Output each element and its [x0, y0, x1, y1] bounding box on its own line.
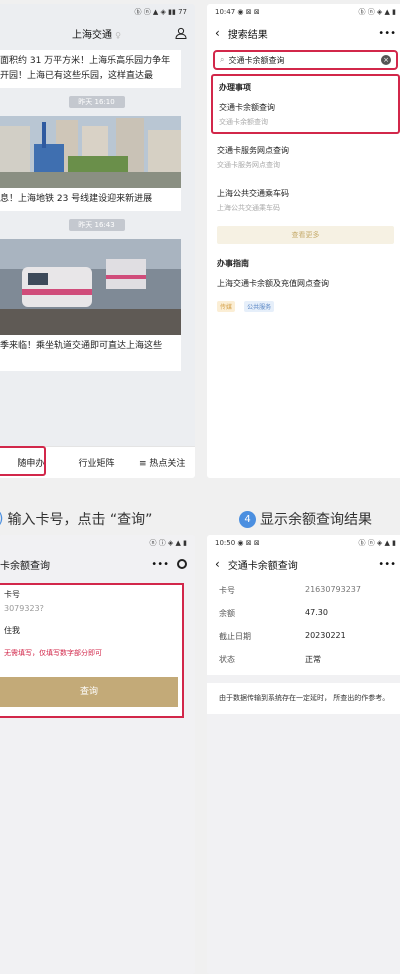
result-sub: 交通卡余额查询: [219, 118, 268, 126]
more-icon[interactable]: •••: [378, 559, 396, 570]
news-image-metro-train[interactable]: [0, 239, 181, 335]
step-number: 4: [239, 510, 256, 528]
highlight-box: 卡号 3079323? 住我 无需填写，仅填写数字部分即可 查询: [0, 583, 184, 718]
result-title: 交通卡服务网点查询: [217, 146, 289, 155]
more-icon[interactable]: •••: [378, 28, 396, 39]
back-icon[interactable]: ‹: [215, 26, 220, 40]
search-value: 交通卡余额查询: [228, 55, 285, 65]
result-table: 卡号 21630793237 余额 47.30 截止日期 20230221 状态 正常: [207, 577, 400, 675]
query-button[interactable]: 查询: [0, 677, 178, 707]
result-row: 状态 正常: [207, 648, 400, 671]
title-bar: ‹ 搜索结果 •••: [207, 20, 400, 46]
result-row: 卡号 21630793237: [207, 579, 400, 602]
result-row: 截止日期 20230221: [207, 625, 400, 648]
result-sub: 交通卡服务网点查询: [217, 161, 280, 169]
panel-3-query-form: ⓝ ⓘ ◈ ▲ ▮ 卡余额查询 ••• 卡号 3079323? 住我 无需填写，…: [0, 535, 195, 974]
status-time: 10:50 ◉ ⊠ ⊠: [215, 539, 260, 547]
notice-text: 由于数据传输到系统存在一定延时， 所查出的作参考。: [207, 683, 400, 714]
status-icons: ⓑ ⓝ ◈ ▲ ▮: [358, 8, 396, 16]
target-icon[interactable]: [177, 559, 187, 569]
news-title: 息！上海地铁 23 号线建设迎来新进展: [0, 194, 153, 204]
more-icon[interactable]: •••: [151, 559, 169, 570]
status-bar: ⓝ ⓘ ◈ ▲ ▮: [0, 535, 195, 551]
row-value: 21630793237: [305, 585, 361, 594]
row-key: 状态: [219, 655, 235, 664]
news-image-metro-construction[interactable]: [0, 116, 181, 188]
nav-item-industry[interactable]: 行业矩阵: [64, 456, 130, 469]
result-item[interactable]: 交通卡服务网点查询 交通卡服务网点查询: [207, 140, 400, 175]
row-key: 截止日期: [219, 632, 251, 641]
status-bar: 10:50 ◉ ⊠ ⊠ ⓑ ⓝ ◈ ▲ ▮: [207, 535, 400, 551]
guide-title: 上海交通卡余额及充值网点查询: [217, 279, 329, 288]
result-sub: 上海公共交通乘车码: [217, 204, 280, 212]
panel-4-balance-result: 10:50 ◉ ⊠ ⊠ ⓑ ⓝ ◈ ▲ ▮ ‹ 交通卡余额查询 ••• 卡号 21…: [207, 535, 400, 974]
status-bar: ⓑ ⓝ ▲ ◈ ▮▮ 77: [0, 4, 195, 20]
result-row: 余额 47.30: [207, 602, 400, 625]
page-title: 卡余额查询: [0, 560, 50, 572]
search-input[interactable]: ⌕ 交通卡余额查询 ×: [213, 50, 398, 70]
remember-checkbox-label[interactable]: 住我: [0, 623, 182, 646]
page-title: 上海交通 ♀: [71, 29, 122, 41]
guide-item[interactable]: 上海交通卡余额及充值网点查询 传媒 公共服务: [207, 273, 400, 318]
card-label: 卡号: [4, 590, 20, 599]
clear-icon[interactable]: ×: [381, 55, 391, 65]
card-number-input[interactable]: 3079323?: [0, 602, 182, 623]
view-more-button[interactable]: 查看更多: [217, 226, 394, 244]
search-icon: ⌕: [220, 55, 225, 64]
status-time: 10:47 ◉ ⊠ ⊠: [215, 8, 260, 16]
hint-text: 无需填写，仅填写数字部分即可: [4, 649, 102, 657]
panel-1-wechat-account: ⓑ ⓝ ▲ ◈ ▮▮ 77 上海交通 ♀ 面积约 31 万平方米！上海乐高乐园力…: [0, 4, 195, 478]
nav-item-hot-topics[interactable]: ≡ 热点关注: [129, 456, 195, 469]
title-bar: 卡余额查询 •••: [0, 551, 195, 577]
highlight-box: 办理事项 交通卡余额查询 交通卡余额查询: [211, 74, 400, 134]
news-title: 面积约 31 万平方米！上海乐高乐园力争年开园！上海已有这些乐园，这样直达最: [0, 56, 171, 81]
status-icons: ⓑ ⓝ ◈ ▲ ▮: [358, 539, 396, 547]
row-value: 47.30: [305, 608, 328, 617]
result-item[interactable]: 交通卡余额查询 交通卡余额查询: [213, 97, 398, 132]
title-badge-icon: ♀: [115, 30, 122, 40]
tag: 公共服务: [244, 301, 275, 312]
result-item[interactable]: 上海公共交通乘车码 上海公共交通乘车码: [207, 183, 400, 218]
timestamp: 昨天 16:10: [68, 96, 125, 108]
caption-text: 输入卡号，点击 “查询”: [7, 512, 153, 528]
step-3-caption: ) 输入卡号，点击 “查询”: [0, 509, 152, 529]
status-bar: 10:47 ◉ ⊠ ⊠ ⓑ ⓝ ◈ ▲ ▮: [207, 4, 400, 20]
result-title: 交通卡余额查询: [219, 103, 275, 112]
row-value: 正常: [305, 655, 321, 664]
section-title-matters: 办理事项: [219, 83, 251, 92]
page-title: 搜索结果: [227, 29, 268, 41]
highlight-box: [0, 446, 46, 476]
status-icons: ⓑ ⓝ ▲ ◈ ▮▮ 77: [134, 8, 187, 16]
news-card-2[interactable]: 息！上海地铁 23 号线建设迎来新进展: [0, 188, 181, 211]
timestamp: 昨天 16:43: [68, 219, 125, 231]
back-icon[interactable]: ‹: [215, 557, 220, 571]
caption-text: 显示余额查询结果: [260, 512, 372, 528]
page-title: 交通卡余额查询: [227, 560, 298, 572]
section-title-guide: 办事指南: [217, 259, 249, 268]
tag: 传媒: [217, 301, 236, 312]
row-value: 20230221: [305, 631, 346, 640]
result-title: 上海公共交通乘车码: [217, 189, 289, 198]
news-card-1[interactable]: 面积约 31 万平方米！上海乐高乐园力争年开园！上海已有这些乐园，这样直达最: [0, 50, 181, 88]
title-bar: 上海交通 ♀: [0, 20, 195, 46]
row-key: 余额: [219, 609, 235, 618]
step-4-caption: 4 显示余额查询结果: [239, 509, 372, 529]
news-title: 季来临！乘坐轨道交通即可直达上海这些: [0, 341, 163, 351]
row-key: 卡号: [219, 586, 235, 595]
news-card-3[interactable]: 季来临！乘坐轨道交通即可直达上海这些: [0, 335, 181, 371]
step-3-marker: ): [0, 511, 3, 527]
panel-2-search-results: 10:47 ◉ ⊠ ⊠ ⓑ ⓝ ◈ ▲ ▮ ‹ 搜索结果 ••• ⌕ 交通卡余额…: [207, 4, 400, 478]
status-icons: ⓝ ⓘ ◈ ▲ ▮: [149, 539, 187, 547]
title-bar: ‹ 交通卡余额查询 •••: [207, 551, 400, 577]
